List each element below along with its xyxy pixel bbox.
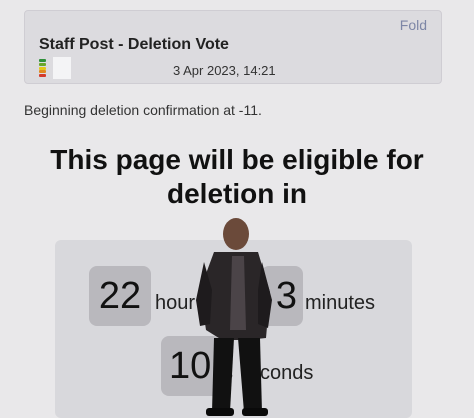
minutes-label: minutes [305,292,376,314]
seconds-label-start: s [223,362,233,384]
seconds-value: 10 [161,336,221,396]
vote-count-box [53,57,71,79]
vote-level-icon [39,58,49,78]
post-card: Fold Staff Post - Deletion Vote 3 Apr 20… [24,10,442,84]
seconds-label-end: conds [260,362,314,384]
countdown-headline: This page will be eligible for deletion … [0,143,474,211]
hours-value: 22 [89,266,151,326]
vote-bar [39,70,46,74]
status-message: Beginning deletion confirmation at -11. [24,102,262,118]
headline-line-2: deletion in [167,178,307,209]
vote-bar [39,74,46,77]
minutes-value: 3 [261,266,303,326]
headline-line-1: This page will be eligible for [50,144,424,175]
post-date: 3 Apr 2023, 14:21 [173,63,276,78]
hours-label: hour [155,292,196,314]
vote-bar [39,62,46,66]
fold-link[interactable]: Fold [400,17,427,33]
vote-bar [39,66,46,70]
post-meta [39,57,71,79]
countdown-panel: 22 hour 3 minutes 10 s conds [55,240,412,418]
post-title: Staff Post - Deletion Vote [39,36,229,53]
vote-bar [39,59,46,62]
